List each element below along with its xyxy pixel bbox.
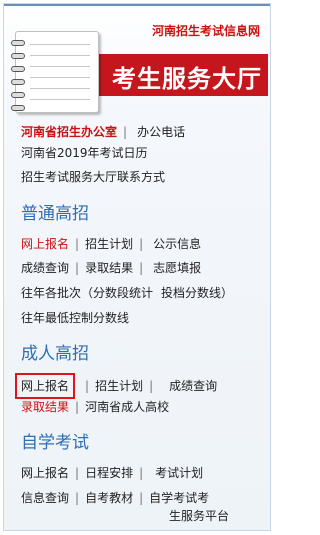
notebook-icon bbox=[11, 31, 99, 113]
self-study-row-2: 信息查询 | 自考教材 | 自学考试考 bbox=[21, 489, 210, 507]
calendar-row: 河南省2019年考试日历 bbox=[21, 144, 148, 162]
service-hall-panel: 河南招生考试信息网 考生服务大厅 河南省招生办公室 | 办公电话 河南省2019年考… bbox=[3, 3, 271, 531]
general-enrollment-plan[interactable]: 招生计划 bbox=[85, 235, 133, 253]
section-title-general: 普通高招 bbox=[21, 204, 89, 224]
self-study-schedule[interactable]: 日程安排 bbox=[85, 464, 133, 482]
banner-title: 考生服务大厅 bbox=[112, 65, 262, 93]
general-volunteer-filling[interactable]: 志愿填报 bbox=[153, 259, 201, 277]
separator: | bbox=[123, 125, 128, 139]
self-study-service-platform-cont[interactable]: 生服务平台 bbox=[169, 507, 229, 525]
general-min-control-line[interactable]: 往年最低控制分数线 bbox=[21, 309, 129, 327]
adult-online-registration[interactable]: 网上报名 bbox=[14, 373, 76, 399]
general-online-registration[interactable]: 网上报名 bbox=[21, 235, 69, 253]
self-study-exam-plan[interactable]: 考试计划 bbox=[155, 464, 203, 482]
self-study-service-platform[interactable]: 自学考试考 bbox=[149, 489, 209, 507]
site-name[interactable]: 河南招生考试信息网 bbox=[152, 22, 260, 39]
self-study-row-1: 网上报名 | 日程安排 | 考试计划 bbox=[21, 464, 204, 482]
general-admission-results[interactable]: 录取结果 bbox=[85, 259, 133, 277]
self-study-online-registration[interactable]: 网上报名 bbox=[21, 464, 69, 482]
adult-row-1: 网上报名 | 招生计划 | 成绩查询 bbox=[14, 373, 217, 399]
self-study-row-3: 生服务平台 bbox=[169, 507, 229, 525]
section-title-self-study: 自学考试 bbox=[21, 433, 89, 453]
adult-enrollment-plan[interactable]: 招生计划 bbox=[95, 377, 143, 395]
general-public-info[interactable]: 公示信息 bbox=[153, 235, 201, 253]
general-row-2: 成绩查询 | 录取结果 | 志愿填报 bbox=[21, 259, 202, 277]
general-row-3: 往年各批次（分数段统计 投档分数线） bbox=[21, 284, 233, 302]
general-row-4: 往年最低控制分数线 bbox=[21, 309, 129, 327]
exam-calendar-link[interactable]: 河南省2019年考试日历 bbox=[21, 144, 148, 162]
adult-admission-results[interactable]: 录取结果 bbox=[21, 398, 69, 416]
office-link[interactable]: 河南省招生办公室 bbox=[21, 123, 117, 141]
top-divider bbox=[4, 4, 270, 6]
notebook-rings bbox=[11, 40, 25, 118]
contact-row: 招生考试服务大厅联系方式 bbox=[21, 168, 165, 186]
general-batch-score-stats[interactable]: 往年各批次（分数段统计 bbox=[21, 284, 153, 302]
general-row-1: 网上报名 | 招生计划 | 公示信息 bbox=[21, 235, 202, 253]
adult-henan-colleges[interactable]: 河南省成人高校 bbox=[85, 398, 169, 416]
self-study-textbooks[interactable]: 自考教材 bbox=[85, 489, 133, 507]
general-score-query[interactable]: 成绩查询 bbox=[21, 259, 69, 277]
office-phone-link[interactable]: 办公电话 bbox=[137, 123, 185, 141]
contact-link[interactable]: 招生考试服务大厅联系方式 bbox=[21, 168, 165, 186]
office-row: 河南省招生办公室 | 办公电话 bbox=[21, 123, 185, 141]
section-title-adult: 成人高招 bbox=[21, 344, 89, 364]
self-study-info-query[interactable]: 信息查询 bbox=[21, 489, 69, 507]
adult-row-2: 录取结果 | 河南省成人高校 bbox=[21, 398, 170, 416]
adult-score-query[interactable]: 成绩查询 bbox=[169, 377, 217, 395]
general-cast-score-line[interactable]: 投档分数线） bbox=[161, 284, 233, 302]
